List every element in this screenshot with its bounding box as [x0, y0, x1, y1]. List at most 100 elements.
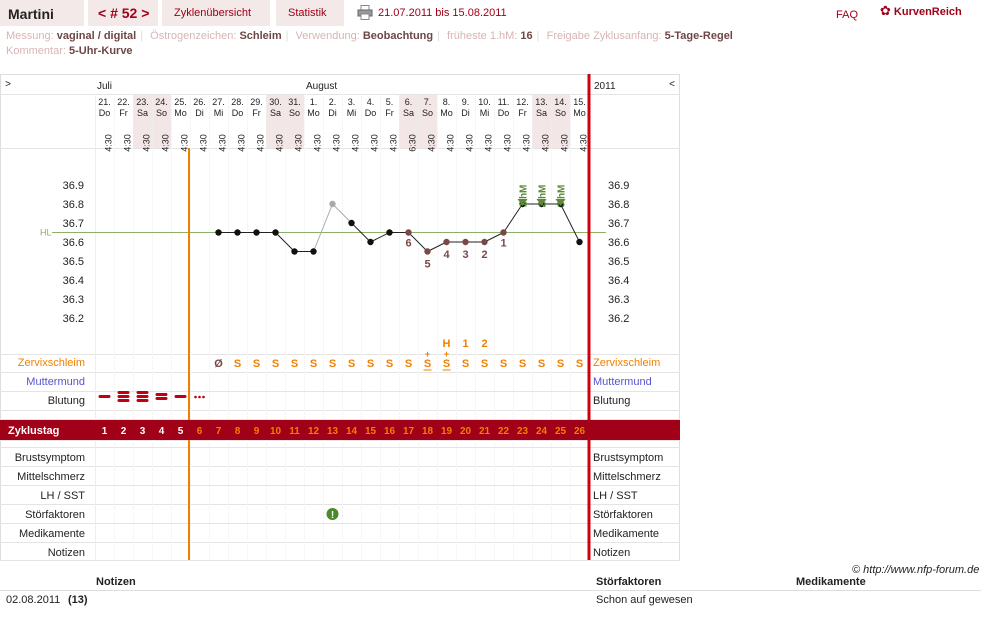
weekday-label: Di: [328, 108, 337, 118]
mucus-symbol: S: [538, 358, 545, 370]
hm-value: 16: [520, 30, 533, 42]
measure-time: 4:30: [142, 134, 152, 152]
measure-time: 6:30: [408, 134, 418, 152]
temp-point: [367, 238, 374, 246]
high-mark-label: 2.hM: [538, 185, 549, 208]
brand-logo[interactable]: ✿ KurvenReich: [880, 3, 962, 19]
day-number: 31.: [288, 97, 301, 107]
mittel-label-right: Mittelschmerz: [593, 471, 661, 483]
mucus-symbol: S: [386, 358, 393, 370]
printer-icon[interactable]: [357, 5, 373, 20]
weekday-label: Di: [195, 108, 204, 118]
mucus-plus: +: [425, 349, 430, 359]
kommentar-label: Kommentar:: [6, 45, 66, 57]
day-number: 22.: [117, 97, 130, 107]
date-range: 21.07.2011 bis 15.08.2011: [378, 7, 507, 19]
weekday-label: Do: [232, 108, 244, 118]
brust-label-right: Brustsymptom: [593, 452, 663, 464]
cycle-day-number: 16: [384, 426, 396, 437]
temp-point: [443, 238, 450, 246]
y-tick-left: 36.4: [63, 275, 84, 287]
temp-point: [329, 200, 336, 208]
day-number: 7.: [424, 97, 432, 107]
weekday-label: Mi: [480, 108, 490, 118]
day-number: 4.: [367, 97, 375, 107]
bleeding-bar: [136, 395, 149, 398]
bleeding-spot: [198, 395, 201, 399]
mucus-symbol: S: [329, 358, 336, 370]
oestrogen-label: Östrogenzeichen:: [150, 30, 237, 42]
verwendung-label: Verwendung:: [295, 30, 360, 42]
tab-zyklenuebersicht[interactable]: Zyklenübersicht: [162, 0, 270, 26]
notes-header: Notizen: [96, 576, 136, 588]
temp-point: [348, 219, 355, 227]
day-number: 15.: [573, 97, 586, 107]
day-number: 9.: [462, 97, 470, 107]
measure-time: 4:30: [104, 134, 114, 152]
weekday-label: Di: [461, 108, 470, 118]
day-number: 2.: [329, 97, 337, 107]
lower-temp-number: 2: [481, 249, 487, 261]
y-tick-right: 36.7: [608, 218, 629, 230]
peak-count: H: [443, 338, 451, 350]
measure-time: 4:30: [218, 134, 228, 152]
temp-point: [576, 238, 583, 246]
cycle-day-label: Zyklustag: [8, 425, 59, 437]
mucus-plus: +: [444, 349, 449, 359]
weekday-label: Do: [365, 108, 377, 118]
cycle-day-number: 22: [498, 426, 510, 437]
lower-temp-number: 3: [462, 249, 468, 261]
measure-time: 4:30: [446, 134, 456, 152]
measure-time: 4:30: [351, 134, 361, 152]
copyright: © http://www.nfp-forum.de: [852, 564, 980, 576]
weekday-label: Sa: [270, 108, 281, 118]
measure-time: 4:30: [199, 134, 209, 152]
measure-time: 4:30: [560, 134, 570, 152]
high-mark-label: 3.hM: [557, 185, 568, 208]
mucus-symbol: S: [519, 358, 526, 370]
year-label: 2011: [594, 81, 616, 92]
measure-time: 4:30: [389, 134, 399, 152]
mucus-symbol: S: [253, 358, 260, 370]
y-tick-left: 36.3: [63, 294, 84, 306]
y-tick-left: 36.5: [63, 256, 84, 268]
bleeding-bar: [117, 399, 130, 402]
mucus-symbol: S: [348, 358, 355, 370]
mucus-symbol: S: [234, 358, 241, 370]
verwendung-value: Beobachtung: [362, 30, 434, 42]
measure-time: 4:30: [503, 134, 513, 152]
faq-link[interactable]: FAQ: [836, 9, 858, 21]
blutung-label-left: Blutung: [48, 395, 85, 407]
mucus-symbol: S: [272, 358, 279, 370]
temp-point: [386, 229, 393, 236]
y-tick-right: 36.9: [608, 180, 629, 192]
temp-point: [291, 248, 298, 255]
cycle-day-number: 20: [460, 426, 472, 437]
measure-time: 4:30: [275, 134, 285, 152]
lower-temp-number: 1: [500, 238, 506, 250]
weekday-label: Sa: [137, 108, 148, 118]
cycle-day-number: 5: [178, 426, 184, 437]
tab-statistik[interactable]: Statistik: [276, 0, 344, 26]
mucus-symbol: S: [424, 358, 431, 370]
day-number: 12.: [516, 97, 529, 107]
cycle-day-number: 15: [365, 426, 377, 437]
temp-point: [215, 229, 222, 236]
cycle-day-number: 26: [574, 426, 586, 437]
measure-time: 4:30: [427, 134, 437, 152]
weekday-label: Mo: [573, 108, 586, 118]
lh-label-right: LH / SST: [593, 490, 638, 502]
temp-point: [310, 248, 317, 255]
cycle-day-number: 23: [517, 426, 529, 437]
cycle-day-number: 10: [270, 426, 282, 437]
day-number: 21.: [98, 97, 111, 107]
cycle-day-number: 7: [216, 426, 222, 437]
measure-time: 4:30: [522, 134, 532, 152]
bleeding-bar: [117, 391, 130, 394]
muttermund-label-right: Muttermund: [593, 376, 652, 388]
cycle-nav[interactable]: < # 52 >: [88, 0, 158, 26]
zervix-label-left: Zervixschleim: [18, 357, 85, 369]
blutung-label-right: Blutung: [593, 395, 630, 407]
temp-point: [462, 238, 469, 246]
measure-time: 4:30: [370, 134, 380, 152]
